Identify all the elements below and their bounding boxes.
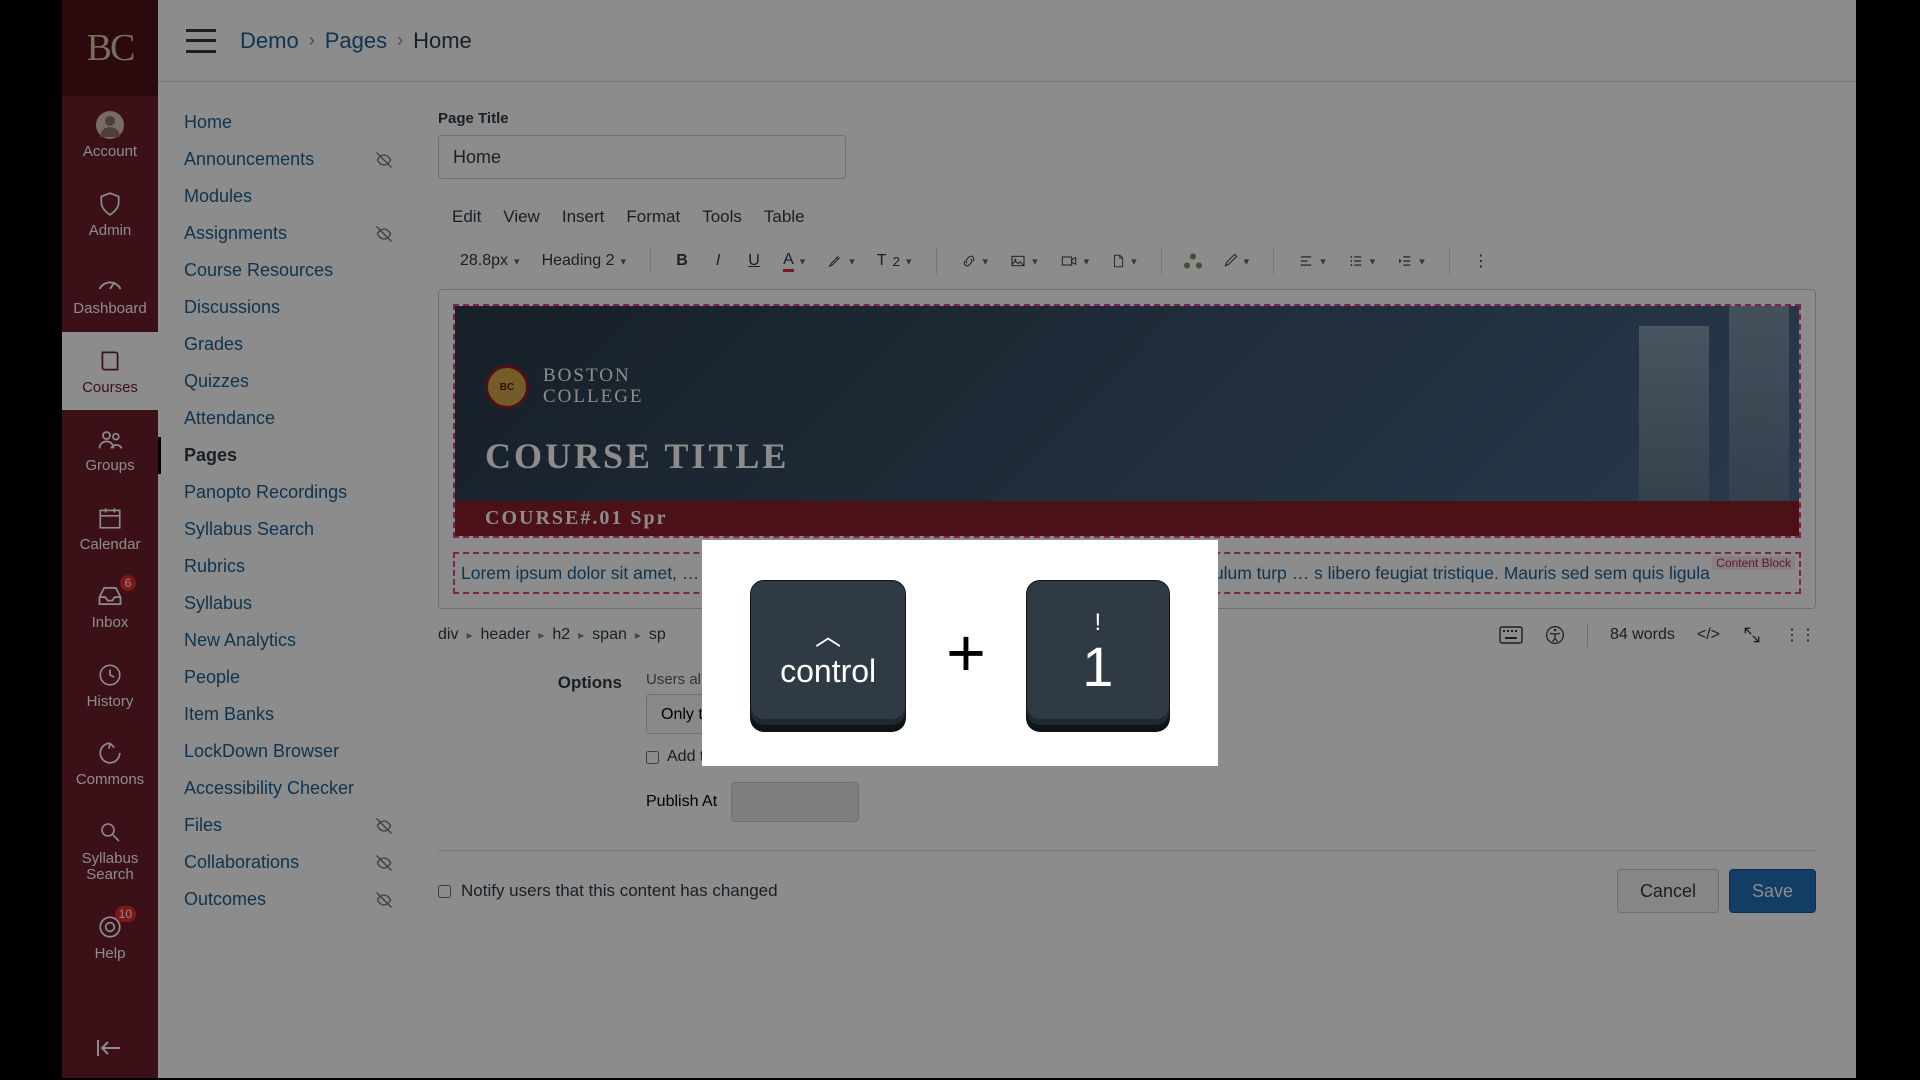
key-1-shift-label: ! <box>1095 611 1102 635</box>
control-caret-icon: ︿ <box>815 616 841 653</box>
plus-icon: + <box>946 614 986 692</box>
key-control: ︿ control <box>750 580 906 726</box>
key-1-label: 1 <box>1082 639 1113 695</box>
keyboard-shortcut-overlay: ︿ control + ! 1 <box>702 540 1218 766</box>
key-control-label: control <box>780 653 876 690</box>
key-1: ! 1 <box>1026 580 1170 726</box>
